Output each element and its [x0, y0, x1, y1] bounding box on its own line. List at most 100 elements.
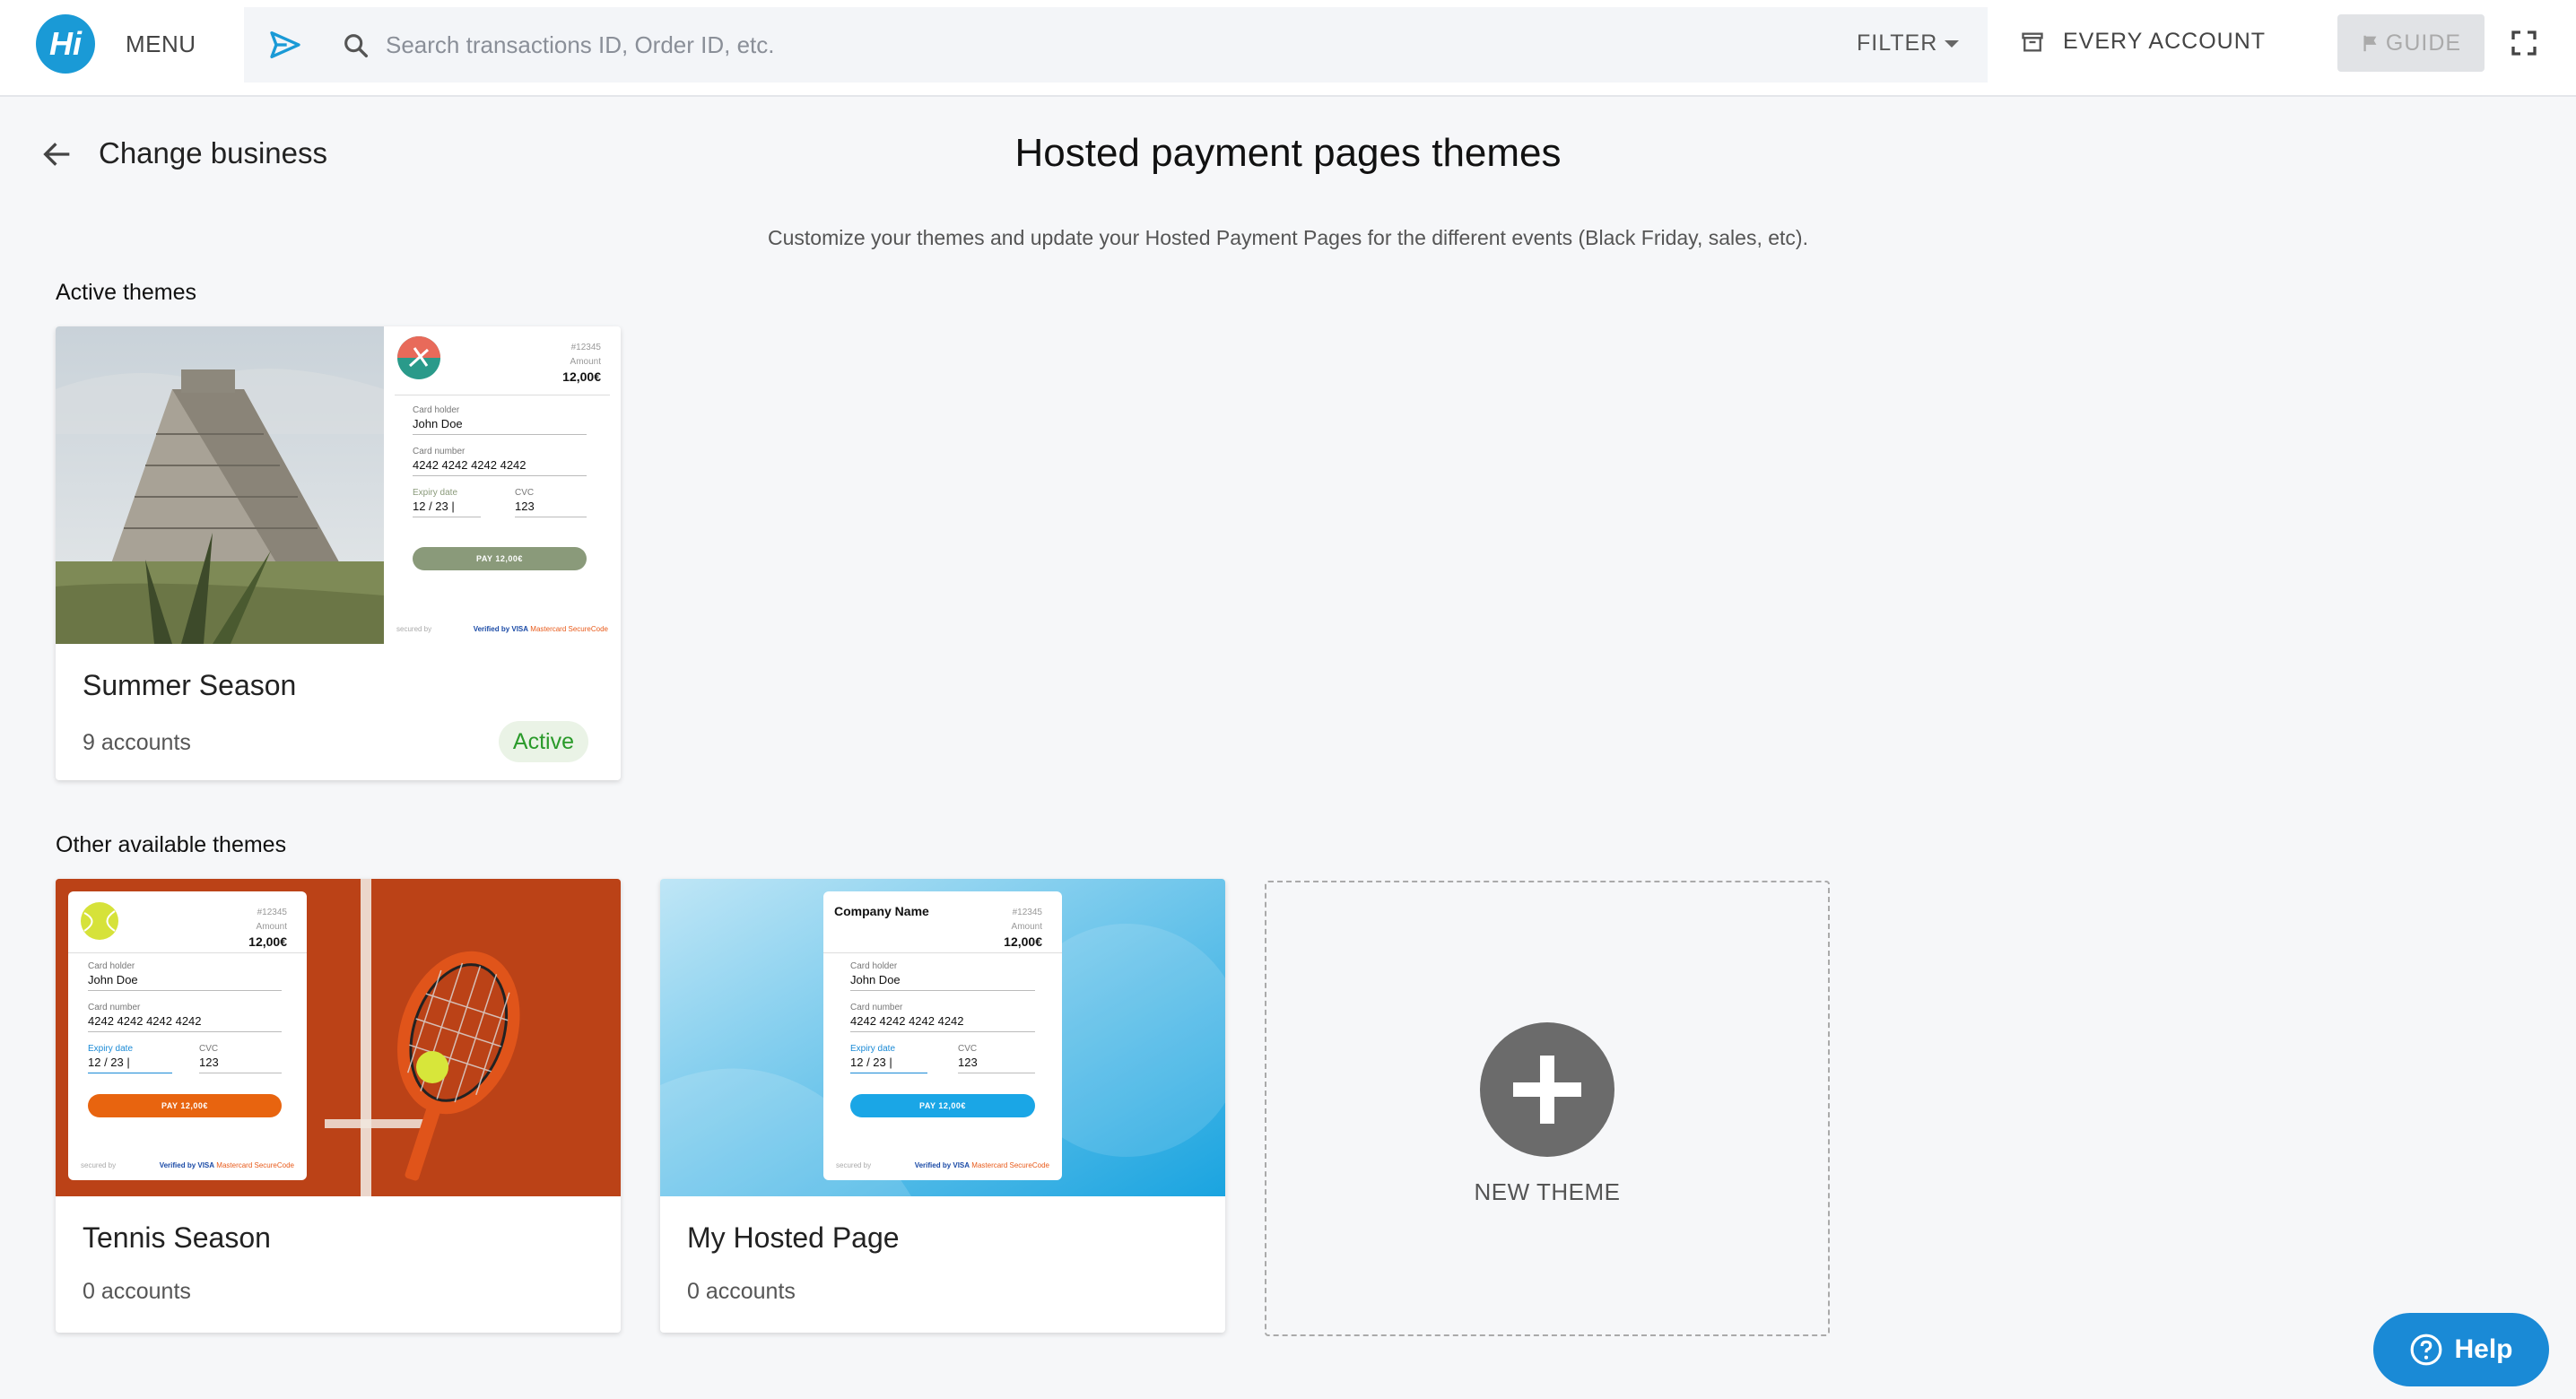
card-holder-value: John Doe — [413, 417, 463, 430]
card-holder-value: John Doe — [850, 973, 901, 986]
search-input[interactable] — [386, 25, 1731, 65]
expiry-value: 12 / 23 | — [413, 500, 455, 513]
page-title-text: Hosted payment pages themes — [1014, 131, 1562, 175]
card-holder-field: Card holder John Doe — [88, 961, 282, 991]
theme-accounts: 0 accounts — [83, 1279, 191, 1304]
cvc-label: CVC — [199, 1044, 219, 1054]
question-icon — [2411, 1334, 2442, 1366]
expiry-field: Expiry date 12 / 23 | — [413, 488, 481, 517]
card-number-label: Card number — [88, 1003, 141, 1012]
card-number-value: 4242 4242 4242 4242 — [413, 458, 527, 472]
amount-value: 12,00€ — [248, 934, 287, 949]
order-ref-text: #12345 — [570, 343, 601, 352]
account-label: EVERY ACCOUNT — [2063, 29, 2267, 54]
cvc-value: 123 — [199, 1056, 219, 1069]
theme-card-tennis[interactable]: #12345 Amount 12,00€ Card holder John Do… — [56, 879, 621, 1333]
card-holder-field: Card holder John Doe — [413, 405, 587, 435]
expiry-field: Expiry date 12 / 23 | — [88, 1044, 172, 1073]
theme-accounts: 0 accounts — [687, 1279, 796, 1304]
search-icon — [344, 34, 369, 58]
filter-label: FILTER — [1857, 30, 1938, 56]
mini-payment-form: Company Name #12345 Amount 12,00€ Card h… — [823, 891, 1062, 1180]
secured-by-text: secured by — [836, 1161, 872, 1169]
card-holder-label: Card holder — [413, 405, 460, 415]
theme-title: Tennis Season — [83, 1221, 271, 1254]
new-theme-label: NEW THEME — [1474, 1178, 1621, 1205]
cvc-value: 123 — [515, 500, 535, 513]
help-button[interactable]: Help — [2373, 1313, 2549, 1386]
card-holder-field: Card holder John Doe — [850, 961, 1035, 991]
theme-preview: #12345 Amount 12,00€ Card holder John Do… — [56, 879, 621, 1196]
pay-button: PAY 12,00€ — [850, 1094, 1035, 1117]
company-name: Company Name — [834, 904, 929, 918]
amount-value: 12,00€ — [562, 369, 601, 384]
theme-title: My Hosted Page — [687, 1221, 900, 1254]
card-number-value: 4242 4242 4242 4242 — [88, 1014, 202, 1028]
cvc-label: CVC — [515, 488, 535, 498]
hipay-logo[interactable]: Hi — [36, 14, 95, 74]
pay-button: PAY 12,00€ — [413, 547, 587, 570]
plus-icon — [1480, 1022, 1614, 1157]
visa-badge: Verified by VISA — [473, 625, 529, 633]
expiry-value: 12 / 23 | — [88, 1056, 130, 1069]
guide-label: GUIDE — [2385, 30, 2462, 56]
expiry-value: 12 / 23 | — [850, 1056, 892, 1069]
cvc-label: CVC — [958, 1044, 978, 1054]
search-bar: FILTER — [244, 7, 1988, 83]
expiry-label: Expiry date — [850, 1044, 896, 1054]
theme-title: Summer Season — [83, 669, 297, 701]
form-footer: secured by Verified by VISA Mastercard S… — [81, 1161, 294, 1169]
guide-button[interactable]: GUIDE — [2337, 14, 2485, 72]
account-selector[interactable]: EVERY ACCOUNT — [2020, 29, 2266, 55]
fullscreen-icon[interactable] — [2510, 29, 2538, 57]
order-ref: #12345 Amount 12,00€ — [1004, 906, 1042, 949]
mastercard-badge: Mastercard SecureCode — [530, 625, 608, 633]
secured-by-text: secured by — [81, 1161, 117, 1169]
top-bar: Hi MENU FILTER EVERY ACCOUNT GUIDE — [0, 0, 2576, 97]
mastercard-badge: Mastercard SecureCode — [971, 1161, 1049, 1169]
card-number-label: Card number — [413, 447, 466, 456]
divider — [68, 952, 307, 953]
form-footer: secured by Verified by VISA Mastercard S… — [836, 1161, 1049, 1169]
new-theme-button[interactable]: NEW THEME — [1265, 881, 1830, 1336]
order-ref-text: #12345 — [257, 908, 287, 917]
mini-payment-form: #12345 Amount 12,00€ Card holder John Do… — [384, 326, 621, 644]
help-label: Help — [2454, 1334, 2513, 1364]
card-number-value: 4242 4242 4242 4242 — [850, 1014, 964, 1028]
theme-preview: Company Name #12345 Amount 12,00€ Card h… — [660, 879, 1225, 1196]
card-number-field: Card number 4242 4242 4242 4242 — [413, 447, 587, 476]
mini-payment-form: #12345 Amount 12,00€ Card holder John Do… — [68, 891, 307, 1180]
pay-button: PAY 12,00€ — [88, 1094, 282, 1117]
card-holder-label: Card holder — [88, 961, 135, 971]
other-themes-heading: Other available themes — [56, 832, 287, 857]
amount-label: Amount — [570, 357, 601, 367]
menu-button[interactable]: MENU — [126, 30, 196, 58]
cvc-field: CVC 123 — [199, 1044, 282, 1073]
amount-label: Amount — [1011, 922, 1042, 932]
card-number-label: Card number — [850, 1003, 903, 1012]
form-footer: secured by Verified by VISA Mastercard S… — [396, 625, 608, 633]
send-icon[interactable] — [267, 27, 303, 63]
theme-card-hosted-page[interactable]: Company Name #12345 Amount 12,00€ Card h… — [660, 879, 1225, 1333]
status-badge: Active — [498, 721, 588, 762]
cvc-value: 123 — [958, 1056, 978, 1069]
archive-icon — [2022, 32, 2043, 51]
cvc-field: CVC 123 — [515, 488, 587, 517]
card-holder-label: Card holder — [850, 961, 898, 971]
order-ref: #12345 Amount 12,00€ — [562, 341, 601, 384]
amount-label: Amount — [256, 922, 287, 932]
secured-by-text: secured by — [396, 625, 432, 633]
theme-card-summer[interactable]: #12345 Amount 12,00€ Card holder John Do… — [56, 326, 621, 780]
visa-badge: Verified by VISA — [159, 1161, 215, 1169]
theme-accounts: 9 accounts — [83, 730, 191, 755]
tennis-ball-icon — [81, 902, 118, 940]
filter-button[interactable]: FILTER — [1857, 30, 1960, 56]
flag-icon — [2363, 35, 2377, 52]
caret-down-icon — [1945, 39, 1960, 48]
expiry-field: Expiry date 12 / 23 | — [850, 1044, 927, 1073]
active-themes-heading: Active themes — [56, 280, 197, 305]
cvc-field: CVC 123 — [958, 1044, 1035, 1073]
pyramid-image — [56, 326, 384, 644]
page-title: Hosted payment pages themes — [0, 131, 2576, 176]
page-subtitle: Customize your themes and update your Ho… — [768, 226, 1808, 249]
